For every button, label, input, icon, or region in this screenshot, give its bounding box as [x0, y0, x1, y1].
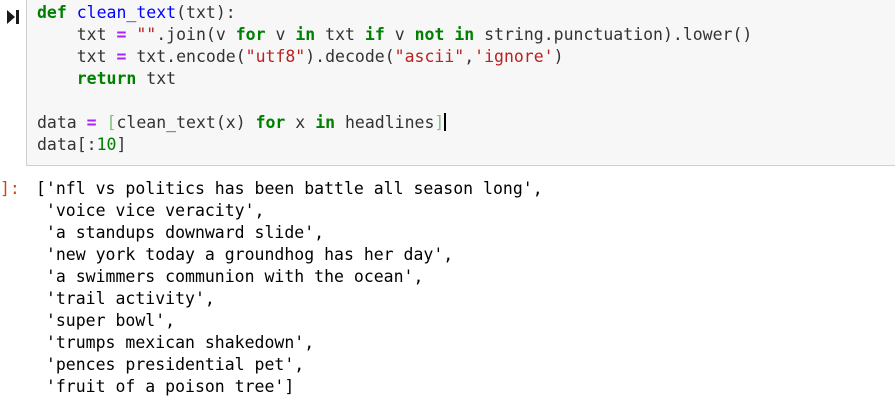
- notebook-cell[interactable]: def clean_text(txt): txt = "".join(v for…: [0, 0, 895, 404]
- code-token: txt.encode(: [126, 47, 246, 66]
- output-line: 'fruit of a poison tree']: [36, 377, 295, 396]
- code-token: v: [384, 25, 415, 44]
- code-token: data: [37, 113, 87, 132]
- code-token: .join(v: [156, 25, 236, 44]
- code-token: headlines: [335, 113, 435, 132]
- code-token: 10: [96, 135, 117, 154]
- code-line: return txt: [37, 68, 752, 90]
- code-token: "": [136, 25, 157, 44]
- code-token: txt: [37, 47, 117, 66]
- code-token: ]: [116, 135, 127, 154]
- code-token: for: [255, 113, 286, 132]
- code-token: data[:: [37, 135, 97, 154]
- code-token: ).decode(: [305, 47, 395, 66]
- code-line: txt = txt.encode("utf8").decode("ascii",…: [37, 46, 752, 68]
- code-token: return: [76, 69, 137, 88]
- output-line: 'new york today a groundhog has her day'…: [36, 245, 454, 264]
- code-line: data[:10]: [37, 134, 752, 156]
- code-input-area[interactable]: def clean_text(txt): txt = "".join(v for…: [26, 0, 895, 166]
- output-prompt: ]:: [0, 179, 20, 198]
- output-line: 'trumps mexican shakedown',: [36, 333, 315, 352]
- text-cursor: [444, 113, 447, 131]
- code-token: txt: [136, 69, 177, 88]
- code-token: "ascii": [394, 47, 465, 66]
- code-token: clean_text: [76, 3, 177, 22]
- code-token: (txt):: [176, 3, 236, 22]
- code-token: in: [295, 25, 316, 44]
- output-line: 'voice vice veracity',: [36, 201, 265, 220]
- code-token: =: [86, 113, 97, 132]
- code-line: def clean_text(txt):: [37, 2, 752, 24]
- code-token: in: [315, 113, 336, 132]
- output-line: 'super bowl',: [36, 311, 176, 330]
- code-line: txt = "".join(v for v in txt if v not in…: [37, 24, 753, 46]
- cell-output: ['nfl vs politics has been battle all se…: [36, 178, 543, 398]
- output-line: 'a swimmers communion with the ocean',: [36, 267, 424, 286]
- code-token: =: [116, 47, 127, 66]
- code-token: =: [116, 25, 127, 44]
- code-token: txt: [315, 25, 365, 44]
- code-token: ,: [464, 47, 475, 66]
- code-token: "utf8": [245, 47, 306, 66]
- output-line: ['nfl vs politics has been battle all se…: [36, 179, 543, 198]
- run-cell-icon[interactable]: [6, 9, 20, 25]
- code-token: def: [37, 3, 67, 22]
- output-line: 'trail activity',: [36, 289, 215, 308]
- code-token: x: [285, 113, 316, 132]
- code-token: string.punctuation).lower(): [474, 25, 753, 44]
- code-token: txt: [37, 25, 117, 44]
- code-token: v: [265, 25, 296, 44]
- code-token: if: [364, 25, 385, 44]
- code-token: clean_text(x): [116, 113, 256, 132]
- code-token: ): [553, 47, 564, 66]
- code-token: [: [106, 113, 117, 132]
- code-token: not: [414, 25, 445, 44]
- output-line: 'pences presidential pet',: [36, 355, 305, 374]
- code-line: data = [clean_text(x) for x in headlines…: [37, 112, 752, 134]
- code-token: in: [454, 25, 475, 44]
- code-token: ]: [434, 113, 445, 132]
- code-editor[interactable]: def clean_text(txt): txt = "".join(v for…: [37, 2, 752, 156]
- code-token: for: [235, 25, 266, 44]
- code-token: 'ignore': [474, 47, 554, 66]
- output-line: 'a standups downward slide',: [36, 223, 325, 242]
